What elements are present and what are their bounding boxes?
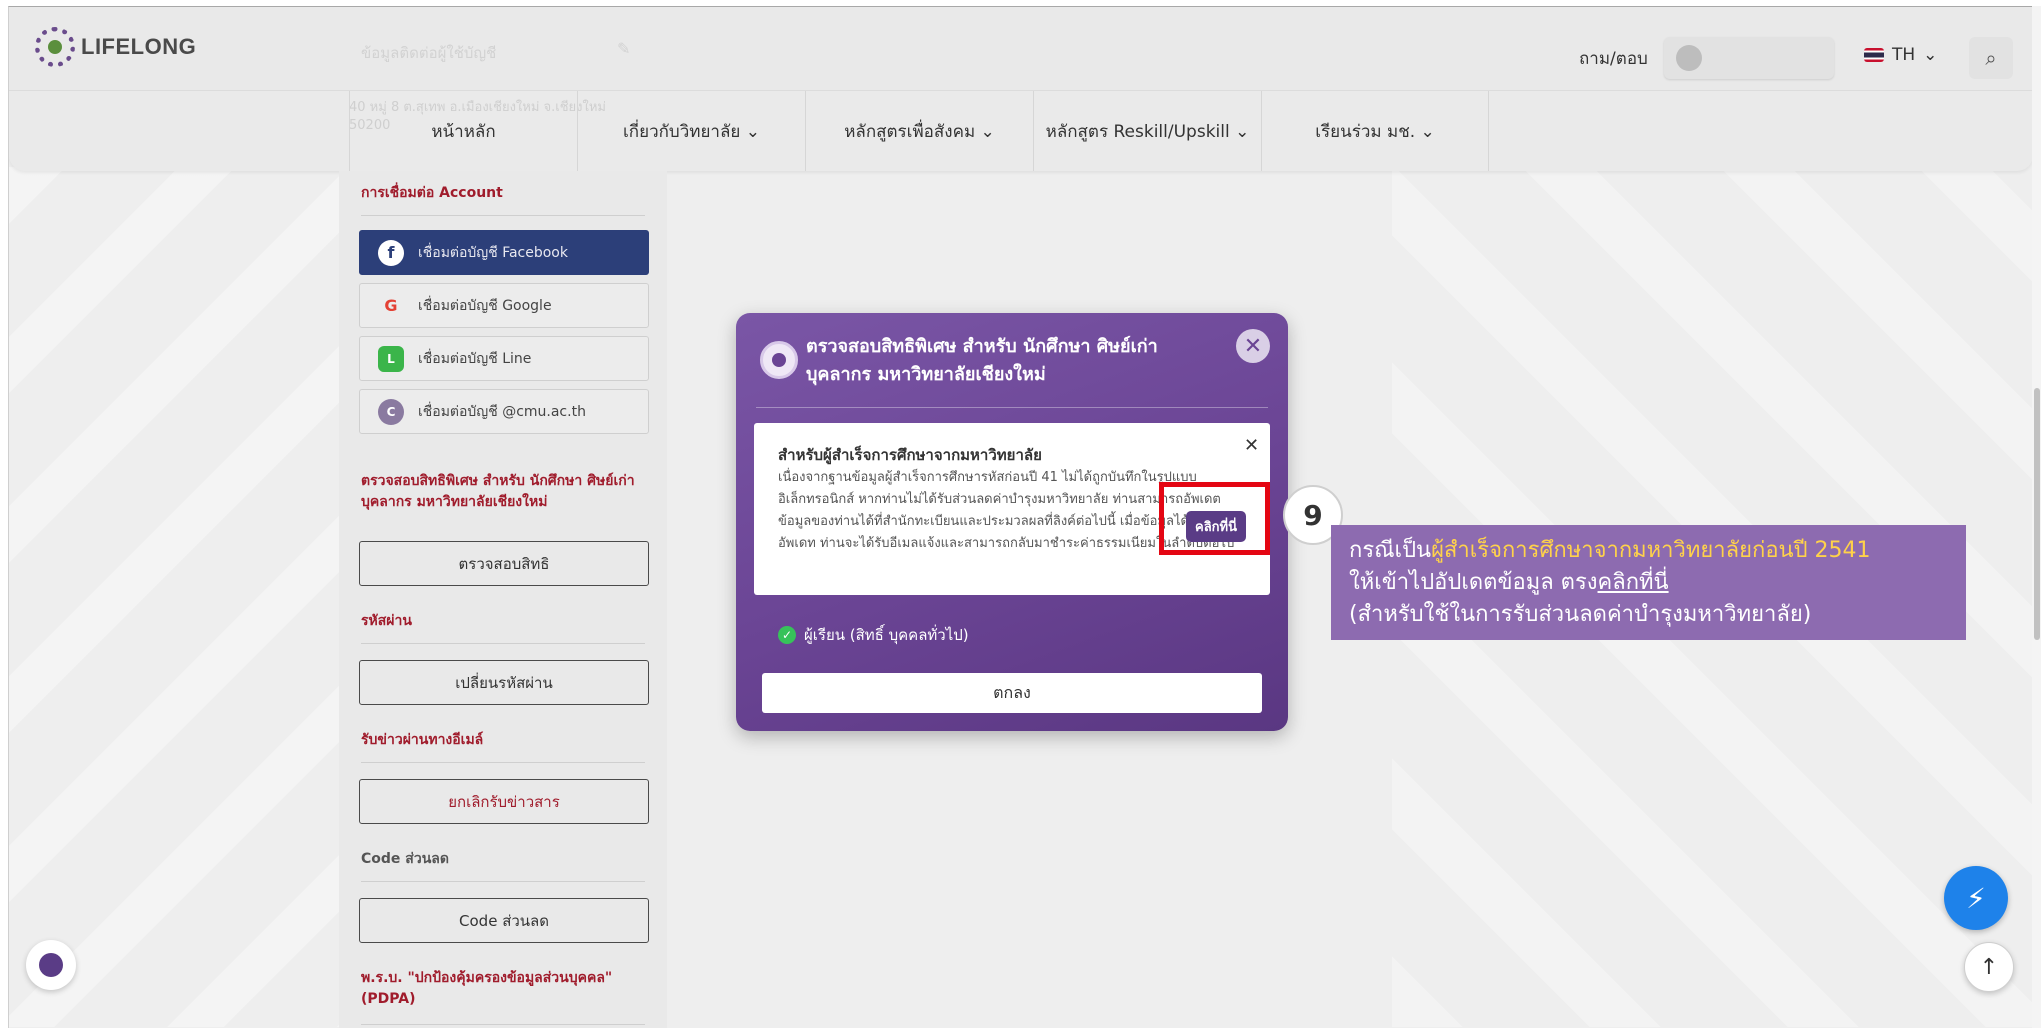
nav-home[interactable]: หน้าหลัก <box>349 91 577 171</box>
cookie-settings-button[interactable] <box>26 940 76 990</box>
back-to-top-button[interactable]: ↑ <box>1964 942 2014 992</box>
messenger-chat-button[interactable]: ⚡ <box>1944 866 2008 930</box>
line-icon: L <box>378 345 404 372</box>
nav-social-courses[interactable]: หลักสูตรเพื่อสังคม ⌄ <box>805 91 1033 171</box>
pdpa-heading[interactable]: พ.ร.บ. "ปกป้องคุ้มครองข้อมูลส่วนบุคคล" (… <box>361 968 651 1010</box>
discount-heading: Code ส่วนลด <box>361 851 449 867</box>
cookie-icon <box>39 953 63 977</box>
highlight-marker <box>1159 482 1270 555</box>
divider <box>756 407 1268 408</box>
close-icon: ✕ <box>1243 333 1263 359</box>
connect-line-label: เชื่อมต่อบัญชี Line <box>418 350 532 367</box>
check-circle-icon: ✓ <box>778 626 796 644</box>
chevron-down-icon: ⌄ <box>1923 45 1938 65</box>
connect-line-button[interactable]: L เชื่อมต่อบัญชี Line <box>359 336 649 381</box>
user-avatar-icon <box>1676 45 1702 71</box>
facebook-icon: f <box>378 239 404 266</box>
thai-flag-icon <box>1864 48 1884 62</box>
site-logo[interactable]: LIFELONG <box>35 27 196 67</box>
divider <box>361 1024 645 1025</box>
arrow-up-icon: ↑ <box>1979 954 1999 980</box>
qa-link[interactable]: ถาม/ตอบ <box>1579 45 1648 72</box>
password-heading: รหัสผ่าน <box>361 613 412 629</box>
account-heading: การเชื่อมต่อ Account <box>361 185 503 201</box>
connect-cmu-button[interactable]: C เชื่อมต่อบัญชี @cmu.ac.th <box>359 389 649 434</box>
pencil-icon: ✎ <box>617 39 631 58</box>
search-button[interactable]: ⌕ <box>1969 37 2013 79</box>
connect-google-label: เชื่อมต่อบัญชี Google <box>418 297 552 314</box>
language-selector[interactable]: TH ⌄ <box>1864 45 1937 65</box>
faint-contact-text: ข้อมูลติดต่อผู้ใช้บัญชี <box>361 44 497 62</box>
notice-close-button[interactable]: ✕ <box>1244 435 1259 456</box>
logo-emblem-icon <box>35 27 75 67</box>
change-password-button[interactable]: เปลี่ยนรหัสผ่าน <box>359 660 649 705</box>
privilege-heading: ตรวจสอบสิทธิพิเศษ สำหรับ นักศึกษา ศิษย์เ… <box>361 473 635 510</box>
modal-title: ตรวจสอบสิทธิพิเศษ สำหรับ นักศึกษา ศิษย์เ… <box>806 336 1158 385</box>
callout-line-3: (สำหรับใช้ในการรับส่วนลดค่าบำรุงมหาวิทยา… <box>1349 602 1812 627</box>
scrollbar-thumb[interactable] <box>2034 388 2040 640</box>
discount-code-button[interactable]: Code ส่วนลด <box>359 898 649 943</box>
nav-about[interactable]: เกี่ยวกับวิทยาลัย ⌄ <box>577 91 805 171</box>
divider <box>361 762 645 763</box>
account-sidebar: การเชื่อมต่อ Account f เชื่อมต่อบัญชี Fa… <box>339 171 667 1028</box>
ok-button[interactable]: ตกลง <box>762 673 1262 713</box>
messenger-icon: ⚡ <box>1966 881 1986 915</box>
connect-cmu-label: เชื่อมต่อบัญชี @cmu.ac.th <box>418 403 586 420</box>
divider <box>361 643 645 644</box>
callout-text: ให้เข้าไปอัปเดตข้อมูล ตรง <box>1349 570 1598 595</box>
profile-button[interactable] <box>1664 37 1834 79</box>
divider <box>361 215 645 216</box>
callout-highlight: ผู้สำเร็จการศึกษาจากมหาวิทยาลัยก่อนปี 25… <box>1431 538 1871 563</box>
unsubscribe-news-button[interactable]: ยกเลิกรับข่าวสาร <box>359 779 649 824</box>
email-heading: รับข่าวผ่านทางอีเมล์ <box>361 732 484 748</box>
top-header: LIFELONG ข้อมูลติดต่อผู้ใช้บัญชี ✎ ถาม/ต… <box>9 7 2032 91</box>
role-label: ผู้เรียน (สิทธิ์ บุคคลทั่วไป) <box>804 626 969 644</box>
language-label: TH <box>1892 45 1916 65</box>
callout-line-1: กรณีเป็นผู้สำเร็จการศึกษาจากมหาวิทยาลัยก… <box>1349 535 1948 567</box>
nav-cmu-join[interactable]: เรียนร่วม มช. ⌄ <box>1261 91 1489 171</box>
callout-line-2: ให้เข้าไปอัปเดตข้อมูล ตรงคลิกที่นี่ <box>1349 567 1948 599</box>
nav-reskill-upskill[interactable]: หลักสูตร Reskill/Upskill ⌄ <box>1033 91 1261 171</box>
divider <box>361 881 645 882</box>
connect-google-button[interactable]: G เชื่อมต่อบัญชี Google <box>359 283 649 328</box>
logo-text: LIFELONG <box>81 34 197 59</box>
modal-close-button[interactable]: ✕ <box>1236 329 1270 363</box>
main-navigation: 40 หมู่ 8 ต.สุเทพ อ.เมืองเชียงใหม่ จ.เชี… <box>9 91 2032 171</box>
connect-facebook-label: เชื่อมต่อบัญชี Facebook <box>418 244 568 261</box>
callout-text: กรณีเป็น <box>1349 538 1432 563</box>
google-icon: G <box>384 296 398 315</box>
connect-facebook-button[interactable]: f เชื่อมต่อบัญชี Facebook <box>359 230 649 275</box>
notice-title: สำหรับผู้สำเร็จการศึกษาจากมหาวิทยาลัย <box>778 446 1042 464</box>
cmu-emblem-icon: C <box>378 398 404 425</box>
instruction-callout: กรณีเป็นผู้สำเร็จการศึกษาจากมหาวิทยาลัยก… <box>1331 525 1966 640</box>
role-status: ✓ ผู้เรียน (สิทธิ์ บุคคลทั่วไป) <box>778 623 969 647</box>
search-icon: ⌕ <box>1985 46 1997 70</box>
check-privilege-button[interactable]: ตรวจสอบสิทธิ <box>359 541 649 586</box>
cmu-emblem-icon <box>760 341 798 379</box>
callout-link: คลิกที่นี่ <box>1597 570 1669 595</box>
